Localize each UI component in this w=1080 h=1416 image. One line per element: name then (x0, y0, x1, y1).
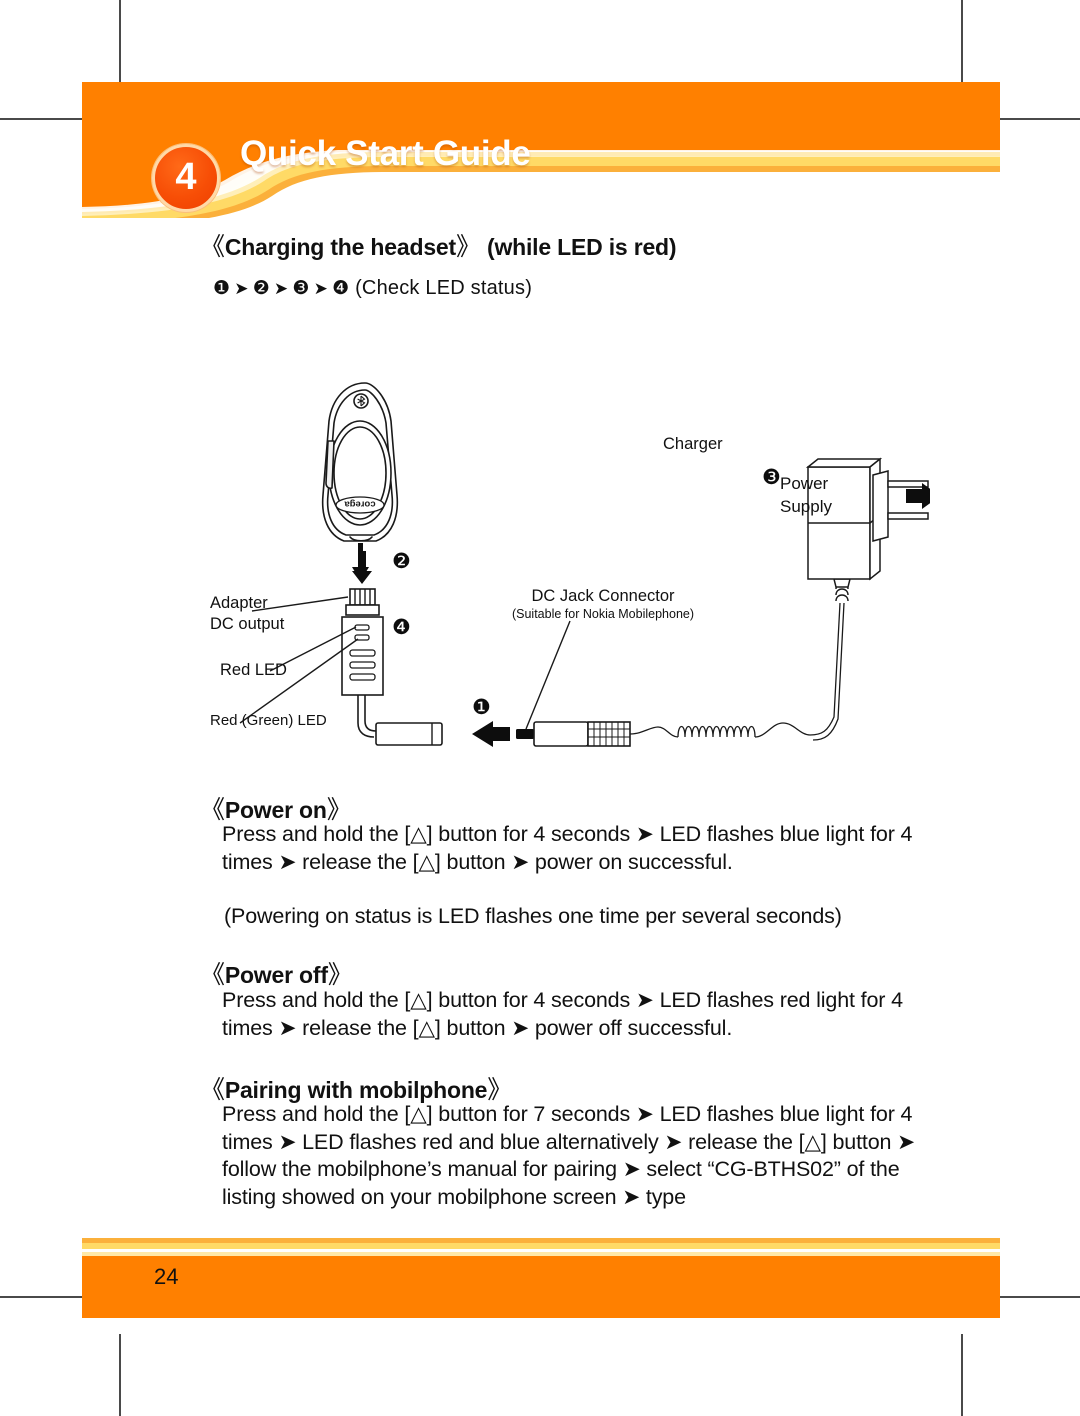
crop-mark-bottom-left-horizontal (0, 1296, 82, 1298)
section-title-power-on: Power on (224, 797, 327, 823)
bracket-open-charging: 《 (200, 233, 225, 261)
page-footer: 24 (82, 1238, 1000, 1318)
section-title-charging: Charging the headset (224, 234, 456, 260)
section-body-power-on: Press and hold the [△] button for 4 seco… (222, 822, 913, 874)
bracket-open-pairing: 《 (200, 1076, 225, 1104)
bracket-close-power-on: 》 (326, 796, 352, 824)
header-swoosh-ribbon (82, 150, 1000, 218)
step-badge-3: ❸ (292, 278, 310, 299)
crop-mark-bottom-left-vertical (119, 1334, 121, 1416)
page-badge-circle: 4 (152, 144, 220, 212)
bracket-close-power-off: 》 (327, 961, 353, 989)
crop-mark-top-right-vertical (961, 0, 963, 82)
page-badge-number: 4 (175, 156, 197, 198)
crop-mark-top-right-horizontal (1000, 118, 1080, 120)
section-body-power-off: Press and hold the [△] button for 4 seco… (222, 988, 903, 1040)
page-number: 24 (154, 1264, 179, 1289)
section-body-pairing: Press and hold the [△] button for 7 seco… (222, 1102, 916, 1209)
crop-mark-bottom-right-horizontal (1000, 1296, 1080, 1298)
headset-brand-label: corega (344, 499, 376, 510)
bracket-close-charging: 》 (455, 233, 481, 261)
step-arrow-icon-2: ➤ (273, 279, 289, 298)
section-heading-charging: 《Charging the headset》 (while LED is red… (200, 227, 677, 263)
section-heading-power-off: 《Power off》 (200, 955, 353, 991)
crop-mark-bottom-right-vertical (961, 1334, 963, 1416)
step-arrow-icon-3: ➤ (313, 279, 329, 298)
charging-step-sequence: ❶ ➤ ❷ ➤ ❸ ➤ ❹ (Check LED status) (213, 277, 532, 300)
bracket-open-power-on: 《 (200, 796, 225, 824)
step-badge-1: ❶ (213, 278, 231, 299)
crop-mark-top-left-vertical (119, 0, 121, 82)
section-title-power-off: Power off (224, 962, 328, 988)
bracket-open-power-off: 《 (200, 961, 225, 989)
check-led-status-note: (Check LED status) (355, 277, 533, 299)
step-badge-4: ❹ (332, 278, 350, 299)
footer-band-orange (82, 1256, 1000, 1318)
section-suffix-charging: (while LED is red) (486, 234, 677, 260)
page-title: Quick Start Guide (240, 134, 531, 173)
step-arrow-icon-1: ➤ (234, 279, 249, 298)
section-title-pairing: Pairing with mobilphone (224, 1077, 488, 1103)
step-badge-2: ❷ (252, 278, 270, 299)
section-note-power-on: (Powering on status is LED flashes one t… (224, 904, 842, 928)
bracket-close-pairing: 》 (487, 1076, 513, 1104)
charging-setup-diagram: corega Adapter DC output Red LED Red (Gr… (210, 365, 930, 765)
crop-mark-top-left-horizontal (0, 118, 82, 120)
